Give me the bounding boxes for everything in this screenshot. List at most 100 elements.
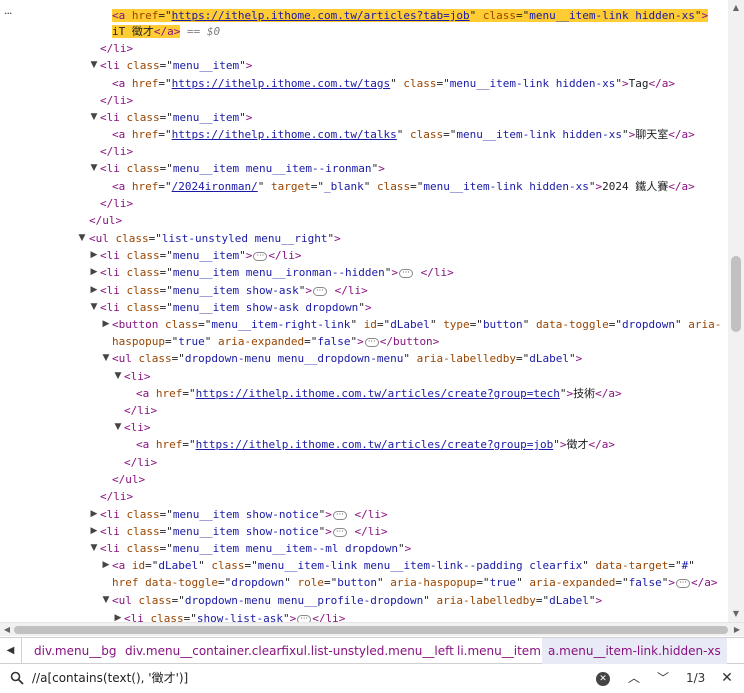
elements-tree: ··· <a href="https://ithelp.ithome.com.t… xyxy=(0,0,728,622)
tree-row[interactable]: ▶ <li class="show-list-ask"> ··· </li> xyxy=(0,610,728,622)
more-dots-icon[interactable]: ··· xyxy=(4,7,12,21)
ellipsis-icon[interactable]: ··· xyxy=(332,527,347,537)
collapse-triangle-icon[interactable]: ▶ xyxy=(89,264,99,281)
scroll-right-icon[interactable]: ▶ xyxy=(730,623,744,637)
breadcrumb-item[interactable]: div.menu__bg xyxy=(28,638,122,664)
link-url[interactable]: https://ithelp.ithome.com.tw/articles/cr… xyxy=(196,438,554,451)
attr-value: dLabel xyxy=(529,352,570,365)
ellipsis-icon[interactable]: ··· xyxy=(332,510,347,520)
tree-row[interactable]: </ul> xyxy=(0,471,728,488)
ellipsis-icon[interactable]: ··· xyxy=(297,614,312,622)
vertical-scrollbar[interactable]: ▲ ▼ xyxy=(728,0,744,622)
attr-value: menu__item-right-link xyxy=(211,318,351,331)
tree-row[interactable]: ▼ <li class="menu__item show-ask dropdow… xyxy=(0,299,728,316)
close-icon[interactable]: ✕ xyxy=(719,670,735,686)
clear-search-icon[interactable]: ✕ xyxy=(596,672,610,686)
attr-value: menu__item-link hidden-xs xyxy=(449,77,616,90)
tree-row[interactable]: ▶ <li class="menu__item show-ask"> ··· </… xyxy=(0,282,728,299)
horizontal-scrollbar[interactable]: ◀ ▶ xyxy=(0,622,744,636)
attr-value: false xyxy=(628,576,662,589)
tree-row[interactable]: ▼ <ul class="dropdown-menu menu__profile… xyxy=(0,592,728,609)
attr-value: menu__item show-ask xyxy=(172,284,299,297)
tree-row-selected-text[interactable]: iT 徵才</a> == $0 xyxy=(0,23,728,40)
vertical-scroll-thumb[interactable] xyxy=(731,256,741,332)
ellipsis-icon[interactable]: ··· xyxy=(312,286,327,296)
tree-row[interactable]: <a href="/2024ironman/" target="_blank" … xyxy=(0,178,728,195)
link-url[interactable]: /2024ironman/ xyxy=(172,180,258,193)
attr-value: dropdown-menu menu__profile-dropdown xyxy=(184,594,424,607)
expand-triangle-icon[interactable]: ▼ xyxy=(89,540,99,557)
chevron-down-icon[interactable]: ﹀ xyxy=(655,670,671,686)
tree-row[interactable]: ▶ <li class="menu__item show-notice"> ···… xyxy=(0,523,728,540)
collapse-triangle-icon[interactable]: ▶ xyxy=(89,247,99,264)
expand-triangle-icon[interactable]: ▼ xyxy=(89,109,99,126)
tree-row[interactable]: <a href="https://ithelp.ithome.com.tw/ar… xyxy=(0,385,728,402)
tree-row[interactable]: ▼ <li class="menu__item menu__item--iron… xyxy=(0,160,728,177)
tree-row[interactable]: <a href="https://ithelp.ithome.com.tw/ar… xyxy=(0,436,728,453)
breadcrumb-item[interactable]: div.menu__container.clearfix xyxy=(119,638,302,664)
attr-value: false xyxy=(317,335,351,348)
link-url[interactable]: https://ithelp.ithome.com.tw/articles/cr… xyxy=(196,387,560,400)
breadcrumb-item[interactable]: li.menu__item xyxy=(451,638,547,664)
breadcrumb-left-icon[interactable]: ◀ xyxy=(0,638,22,664)
expand-triangle-icon[interactable]: ▼ xyxy=(101,592,111,609)
horizontal-scroll-thumb[interactable] xyxy=(14,626,728,634)
breadcrumb-item-selected[interactable]: a.menu__item-link.hidden-xs xyxy=(542,638,727,664)
tree-row[interactable]: ▼ <li> xyxy=(0,419,728,436)
tree-row[interactable]: </ul> xyxy=(0,212,728,229)
tree-row[interactable]: ▶ <a id="dLabel" class="menu__item-link … xyxy=(0,557,728,574)
tree-row[interactable]: </li> xyxy=(0,195,728,212)
attr-value: true xyxy=(489,576,517,589)
tree-row[interactable]: href data-toggle="dropdown" role="button… xyxy=(0,574,728,591)
scroll-up-icon[interactable]: ▲ xyxy=(728,0,744,16)
tree-row[interactable]: ▼ <li class="menu__item"> xyxy=(0,57,728,74)
tree-row[interactable]: ▶ <li class="menu__item menu__ironman--h… xyxy=(0,264,728,281)
collapse-triangle-icon[interactable]: ▶ xyxy=(113,610,123,622)
ellipsis-icon[interactable]: ··· xyxy=(253,251,268,261)
tree-row[interactable]: haspopup="true" aria-expanded="false"> ··… xyxy=(0,333,728,350)
attr-value: _blank xyxy=(323,180,364,193)
scroll-left-icon[interactable]: ◀ xyxy=(0,623,14,637)
tree-row[interactable]: </li> xyxy=(0,454,728,471)
tree-row[interactable]: ▼ <li> xyxy=(0,368,728,385)
tree-row[interactable]: </li> xyxy=(0,92,728,109)
collapse-triangle-icon[interactable]: ▶ xyxy=(89,506,99,523)
tree-row[interactable]: </li> xyxy=(0,40,728,57)
link-url[interactable]: https://ithelp.ithome.com.tw/talks xyxy=(172,128,397,141)
ellipsis-icon[interactable]: ··· xyxy=(676,578,691,588)
tree-row[interactable]: </li> xyxy=(0,402,728,419)
tree-row[interactable]: ▼ <li class="menu__item menu__item--ml d… xyxy=(0,540,728,557)
tree-row[interactable]: </li> xyxy=(0,488,728,505)
tree-row[interactable]: ▶ <li class="menu__item show-notice"> ···… xyxy=(0,506,728,523)
tree-row[interactable]: ▼ <ul class="dropdown-menu menu__dropdow… xyxy=(0,350,728,367)
expand-triangle-icon[interactable]: ▼ xyxy=(77,230,87,247)
tree-row[interactable]: ▼ <li class="menu__item"> xyxy=(0,109,728,126)
tree-row-selected[interactable]: ··· <a href="https://ithelp.ithome.com.t… xyxy=(0,7,728,24)
collapse-triangle-icon[interactable]: ▶ xyxy=(101,316,111,333)
chevron-up-icon[interactable]: ︿ xyxy=(626,670,642,686)
expand-triangle-icon[interactable]: ▼ xyxy=(89,57,99,74)
link-url[interactable]: https://ithelp.ithome.com.tw/articles?ta… xyxy=(172,9,470,22)
expand-triangle-icon[interactable]: ▼ xyxy=(101,350,111,367)
expand-triangle-icon[interactable]: ▼ xyxy=(89,160,99,177)
tree-row[interactable]: ▶ <button class="menu__item-right-link" … xyxy=(0,316,728,333)
tree-row[interactable]: ▶ <li class="menu__item"> ··· </li> xyxy=(0,247,728,264)
ellipsis-icon[interactable]: ··· xyxy=(399,268,414,278)
collapse-triangle-icon[interactable]: ▶ xyxy=(89,523,99,540)
tree-row[interactable]: </li> xyxy=(0,143,728,160)
expand-triangle-icon[interactable]: ▼ xyxy=(89,299,99,316)
attr-value: menu__item show-notice xyxy=(172,508,319,521)
ellipsis-icon[interactable]: ··· xyxy=(364,337,379,347)
tree-row[interactable]: ▼ <ul class="list-unstyled menu__right"> xyxy=(0,230,728,247)
search-input[interactable]: //a[contains(text(), '徵才')] xyxy=(32,664,188,693)
collapse-triangle-icon[interactable]: ▶ xyxy=(89,282,99,299)
attr-name: aria- xyxy=(688,318,722,331)
expand-triangle-icon[interactable]: ▼ xyxy=(113,368,123,385)
tree-row[interactable]: <a href="https://ithelp.ithome.com.tw/ta… xyxy=(0,75,728,92)
scroll-down-icon[interactable]: ▼ xyxy=(728,606,744,622)
link-url[interactable]: https://ithelp.ithome.com.tw/tags xyxy=(172,77,391,90)
breadcrumb-item[interactable]: ul.list-unstyled.menu__left xyxy=(290,638,460,664)
expand-triangle-icon[interactable]: ▼ xyxy=(113,419,123,436)
collapse-triangle-icon[interactable]: ▶ xyxy=(101,557,111,574)
tree-row[interactable]: <a href="https://ithelp.ithome.com.tw/ta… xyxy=(0,126,728,143)
